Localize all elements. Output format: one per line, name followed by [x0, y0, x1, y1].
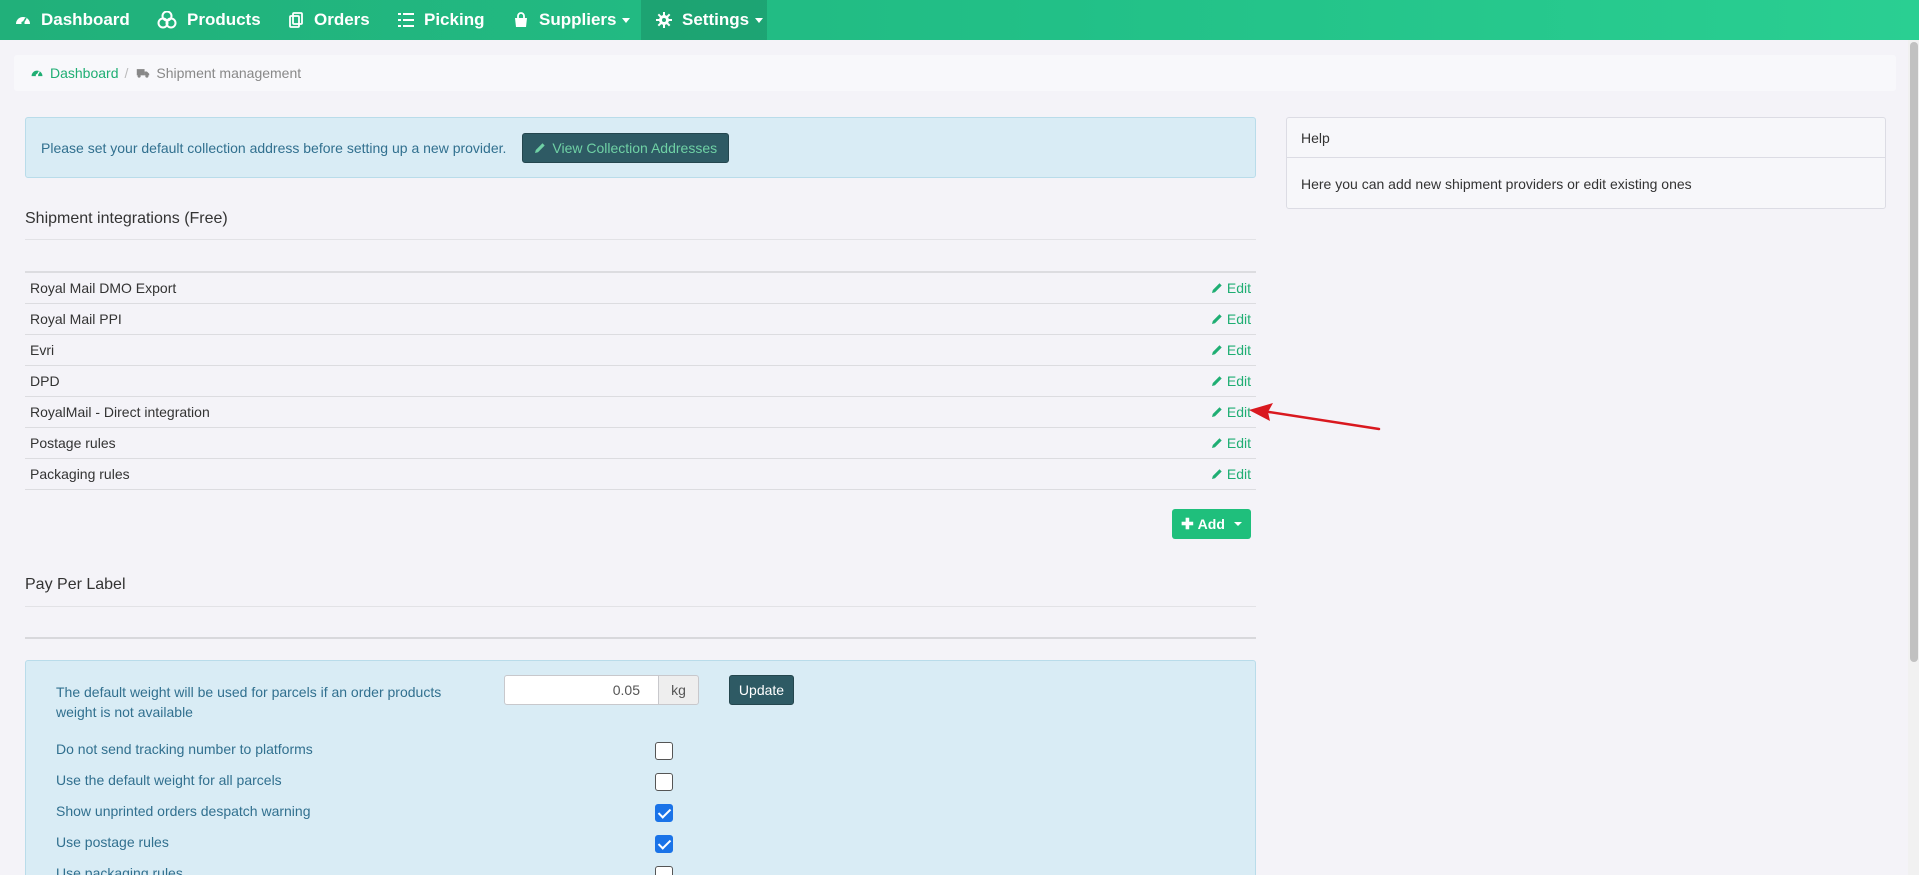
clipboard-icon	[287, 11, 305, 29]
breadcrumb-dashboard-label: Dashboard	[50, 65, 119, 81]
help-panel: Help Here you can add new shipment provi…	[1286, 117, 1886, 209]
edit-label: Edit	[1226, 466, 1251, 482]
nav-products-label: Products	[187, 10, 261, 29]
add-provider-button[interactable]: ✚ Add	[1172, 509, 1251, 539]
breadcrumb-current: Shipment management	[136, 65, 301, 81]
table-row: Evri Edit	[25, 335, 1256, 366]
shopping-bag-icon	[512, 11, 530, 29]
dashboard-icon	[30, 66, 44, 80]
truck-icon	[136, 66, 150, 80]
table-row: Postage rules Edit	[25, 428, 1256, 459]
divider	[25, 606, 1256, 607]
dashboard-icon	[14, 11, 32, 29]
table-row: Packaging rules Edit	[25, 459, 1256, 490]
cubes-icon	[156, 11, 178, 29]
integration-name: DPD	[30, 373, 60, 389]
pencil-icon	[1211, 344, 1223, 356]
view-collection-addresses-button[interactable]: View Collection Addresses	[522, 132, 730, 163]
default-weight-label-line1: The default weight will be used for parc…	[56, 684, 442, 700]
pencil-icon	[534, 142, 546, 154]
edit-link[interactable]: Edit	[1211, 342, 1251, 358]
breadcrumb: Dashboard / Shipment management	[14, 55, 1896, 91]
nav-settings[interactable]: Settings	[641, 0, 767, 40]
integration-name: Packaging rules	[30, 466, 130, 482]
nav-dashboard-label: Dashboard	[41, 10, 130, 29]
annotation-arrow-icon	[1249, 403, 1381, 431]
default-weight-label-line2: weight is not available	[56, 704, 193, 720]
integration-name: Royal Mail DMO Export	[30, 280, 177, 296]
edit-label: Edit	[1226, 280, 1251, 296]
pencil-icon	[1211, 375, 1223, 387]
nav-orders-label: Orders	[314, 10, 370, 29]
option-label: Do not send tracking number to platforms	[56, 741, 313, 757]
table-row: RoyalMail - Direct integration Edit	[25, 397, 1256, 428]
nav-picking-label: Picking	[424, 10, 485, 29]
divider	[25, 239, 1256, 240]
gear-icon	[655, 11, 673, 29]
help-title: Help	[1287, 118, 1885, 158]
nav-orders[interactable]: Orders	[287, 0, 370, 40]
scrollbar-thumb[interactable]	[1910, 42, 1918, 662]
shipping-settings-panel: The default weight will be used for parc…	[25, 660, 1256, 875]
nav-products[interactable]: Products	[156, 0, 261, 40]
no-tracking-checkbox[interactable]	[655, 742, 673, 760]
plus-icon: ✚	[1181, 516, 1194, 533]
pencil-icon	[1211, 282, 1223, 294]
option-label: Show unprinted orders despatch warning	[56, 803, 311, 819]
postage-rules-checkbox[interactable]	[655, 835, 673, 853]
chevron-down-icon	[755, 17, 764, 23]
edit-label: Edit	[1226, 373, 1251, 389]
edit-link[interactable]: Edit	[1211, 280, 1251, 296]
chevron-down-icon	[1233, 522, 1242, 526]
default-weight-input[interactable]: 0.05	[504, 675, 659, 705]
shipment-integrations-title: Shipment integrations (Free)	[25, 210, 228, 227]
nav-dashboard[interactable]: Dashboard	[14, 0, 130, 40]
default-weight-all-checkbox[interactable]	[655, 773, 673, 791]
breadcrumb-current-label: Shipment management	[156, 65, 302, 81]
edit-link[interactable]: Edit	[1211, 373, 1251, 389]
nav-settings-label: Settings	[682, 10, 750, 29]
table-row: Royal Mail DMO Export Edit	[25, 273, 1256, 304]
pencil-icon	[1211, 313, 1223, 325]
table-row: DPD Edit	[25, 366, 1256, 397]
pencil-icon	[1211, 406, 1223, 418]
pencil-icon	[1211, 468, 1223, 480]
edit-label: Edit	[1226, 311, 1251, 327]
despatch-warning-checkbox[interactable]	[655, 804, 673, 822]
weight-unit-addon: kg	[658, 675, 699, 705]
add-provider-label: Add	[1197, 516, 1225, 532]
nav-suppliers[interactable]: Suppliers	[512, 0, 631, 40]
nav-suppliers-label: Suppliers	[539, 10, 617, 29]
chevron-down-icon	[622, 17, 631, 23]
option-label: Use packaging rules	[56, 865, 183, 875]
edit-link[interactable]: Edit	[1211, 466, 1251, 482]
integrations-table: Royal Mail DMO Export Edit Royal Mail PP…	[25, 271, 1256, 490]
collection-address-alert: Please set your default collection addre…	[25, 117, 1256, 178]
option-label: Use postage rules	[56, 834, 169, 850]
edit-link[interactable]: Edit	[1211, 311, 1251, 327]
packaging-rules-checkbox[interactable]	[655, 866, 673, 875]
integration-name: Evri	[30, 342, 55, 358]
option-label: Use the default weight for all parcels	[56, 772, 282, 788]
breadcrumb-separator: /	[124, 65, 129, 81]
help-body: Here you can add new shipment providers …	[1301, 175, 1692, 192]
nav-picking[interactable]: Picking	[397, 0, 484, 40]
table-row: Royal Mail PPI Edit	[25, 304, 1256, 335]
top-navbar: Dashboard Products Orders Picking Suppli…	[0, 0, 1919, 40]
divider	[25, 637, 1256, 639]
edit-label: Edit	[1226, 342, 1251, 358]
breadcrumb-dashboard-link[interactable]: Dashboard	[30, 65, 119, 81]
list-icon	[397, 11, 415, 29]
integration-name: Postage rules	[30, 435, 116, 451]
update-weight-button[interactable]: Update	[729, 675, 794, 705]
alert-message: Please set your default collection addre…	[41, 139, 507, 156]
integration-name: Royal Mail PPI	[30, 311, 122, 327]
pencil-icon	[1211, 437, 1223, 449]
pay-per-label-title: Pay Per Label	[25, 576, 126, 593]
view-collection-addresses-label: View Collection Addresses	[552, 139, 718, 156]
integration-name: RoyalMail - Direct integration	[30, 404, 210, 420]
